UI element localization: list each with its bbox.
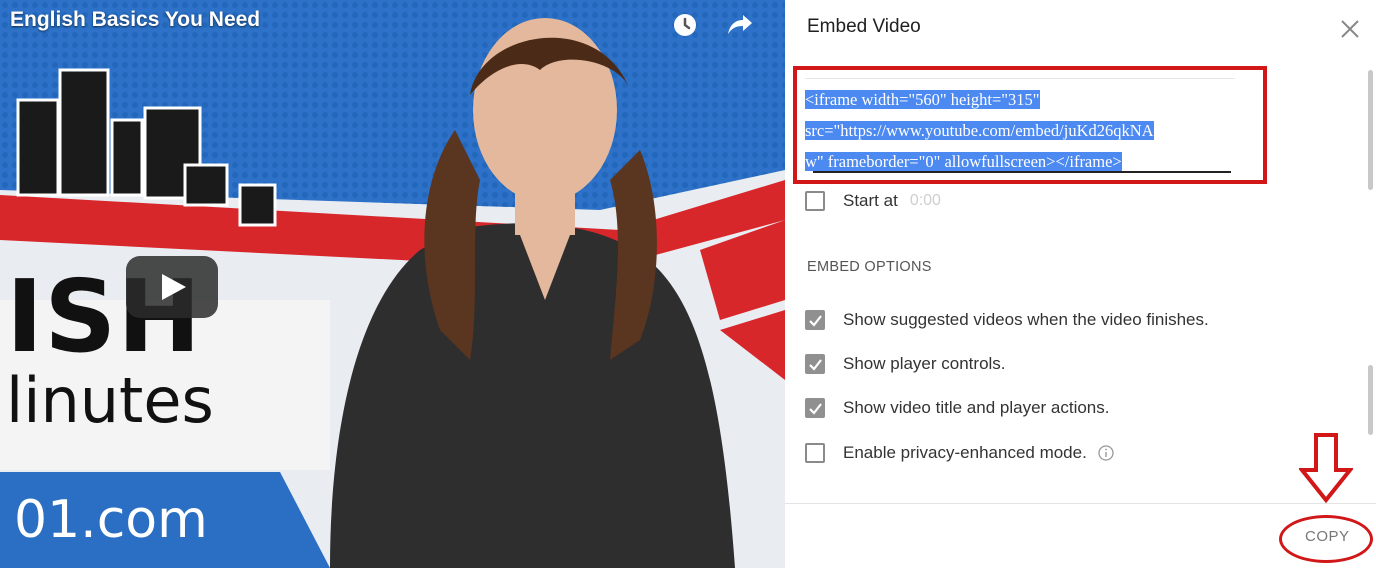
option-row-title: Show video title and player actions. [805, 398, 1110, 418]
privacy-mode-checkbox[interactable] [805, 443, 825, 463]
footer-divider [785, 503, 1376, 504]
play-icon[interactable] [126, 256, 218, 318]
embed-dialog: Embed Video <iframe width="560" height="… [785, 0, 1376, 568]
video-title-label: Show video title and player actions. [843, 398, 1110, 417]
share-icon[interactable] [724, 10, 754, 40]
player-controls-label: Show player controls. [843, 354, 1006, 373]
watch-later-icon[interactable] [670, 10, 700, 40]
thumbnail-text-line2: linutes [6, 364, 214, 437]
video-title[interactable]: English Basics You Need [10, 8, 260, 32]
scrollbar-thumb[interactable] [1368, 70, 1373, 190]
copy-button[interactable]: COPY [1305, 528, 1350, 545]
start-at-label: Start at [843, 191, 898, 210]
video-thumbnail[interactable]: English Basics You Need ISH linutes 01.c… [0, 0, 785, 568]
check-icon [808, 358, 822, 371]
suggested-videos-checkbox[interactable] [805, 310, 825, 330]
start-at-time-input[interactable]: 0:00 [910, 192, 941, 210]
thumbnail-domain-text: 01.com [14, 490, 208, 550]
privacy-mode-label: Enable privacy-enhanced mode. [843, 443, 1087, 462]
start-at-row: Start at 0:00 [805, 191, 941, 211]
option-row-controls: Show player controls. [805, 354, 1006, 374]
info-icon[interactable] [1097, 444, 1115, 462]
annotation-arrow-down-icon [1299, 433, 1353, 504]
video-title-checkbox[interactable] [805, 398, 825, 418]
option-row-privacy: Enable privacy-enhanced mode. [805, 443, 1115, 463]
dialog-title: Embed Video [807, 16, 921, 37]
start-at-checkbox[interactable] [805, 191, 825, 211]
scrollbar-thumb-lower[interactable] [1368, 365, 1373, 435]
option-row-suggested: Show suggested videos when the video fin… [805, 310, 1209, 330]
annotation-highlight-box [793, 66, 1267, 184]
close-icon[interactable] [1335, 14, 1365, 44]
player-controls-checkbox[interactable] [805, 354, 825, 374]
check-icon [808, 314, 822, 327]
check-icon [808, 402, 822, 415]
suggested-videos-label: Show suggested videos when the video fin… [843, 310, 1209, 329]
embed-options-heading: EMBED OPTIONS [807, 259, 932, 275]
